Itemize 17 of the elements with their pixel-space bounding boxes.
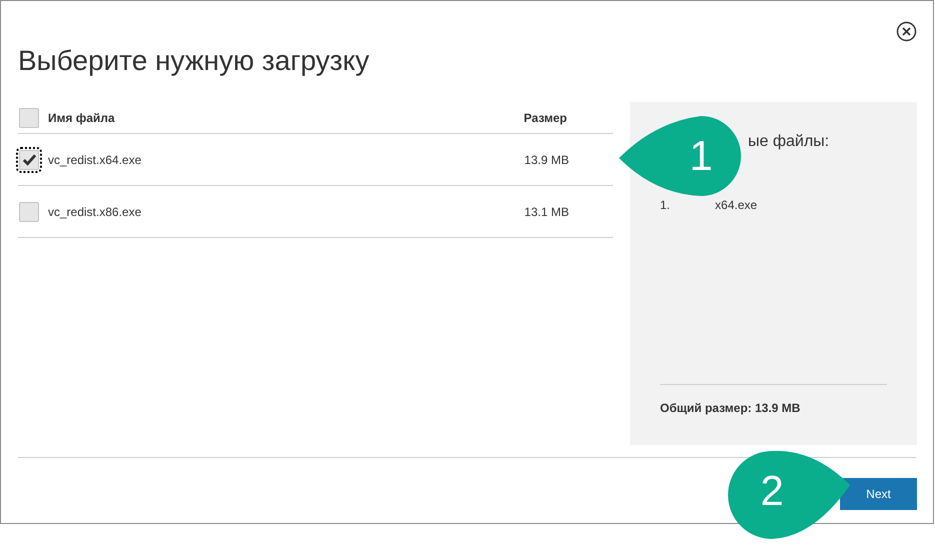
file-name: vc_redist.x64.exe (48, 152, 142, 168)
close-icon[interactable] (896, 21, 917, 42)
checkbox[interactable] (19, 202, 39, 222)
file-name: vc_redist.x86.exe (48, 204, 142, 220)
next-button[interactable]: Next (840, 478, 917, 510)
total-size: Общий размер: 13.9 MB (660, 400, 800, 417)
column-header: Размер (524, 110, 567, 126)
column-header: Имя файла (48, 110, 115, 126)
callout-number: 2 (759, 467, 785, 515)
file-name: x64.exe (715, 197, 758, 214)
list-number: 1. (660, 197, 670, 214)
panel-heading: ые файлы: (748, 132, 830, 152)
dialog-title: Выберите нужную загрузку (18, 44, 370, 78)
checkbox[interactable] (19, 108, 39, 128)
file-size: 13.1 MB (524, 204, 569, 220)
file-size: 13.9 MB (524, 152, 569, 168)
callout-number: 1 (688, 132, 714, 180)
